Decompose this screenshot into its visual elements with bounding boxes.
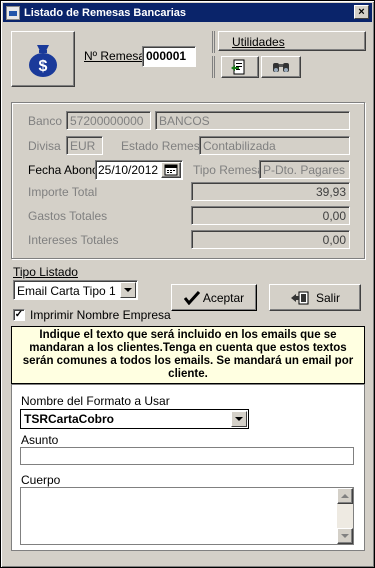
asunto-label: Asunto — [21, 433, 59, 447]
utilidades-label[interactable]: Utilidades — [232, 35, 285, 49]
salir-label: Salir — [315, 290, 340, 305]
main-window: Listado de Remesas Bancarias × $ Nº Reme… — [0, 0, 375, 568]
report-button[interactable] — [221, 56, 259, 78]
cuerpo-label: Cuerpo — [21, 473, 61, 487]
logo-panel: $ — [11, 31, 75, 87]
binoculars-icon — [273, 63, 289, 72]
estado-field[interactable]: Contabilizada — [199, 136, 350, 155]
divisa-label: Divisa — [28, 139, 61, 153]
svg-text:$: $ — [39, 58, 48, 75]
calendar-button[interactable] — [161, 162, 181, 178]
money-bag-icon: $ — [29, 45, 57, 77]
calendar-icon — [164, 164, 178, 176]
formato-label: Nombre del Formato a Usar — [21, 394, 170, 408]
estado-label: Estado Remesa — [121, 139, 207, 153]
fecha-label: Fecha Abono — [28, 163, 99, 177]
fecha-field[interactable]: 25/10/2012 — [95, 160, 183, 180]
cuerpo-scrollbar[interactable] — [337, 488, 353, 544]
scroll-down-icon — [341, 534, 349, 538]
intereses-field[interactable]: 0,00 — [191, 230, 350, 249]
salir-button[interactable]: Salir — [269, 284, 361, 311]
divisa-field[interactable]: EUR — [66, 136, 103, 155]
aceptar-button[interactable]: Aceptar — [171, 284, 257, 311]
banco-name-field[interactable]: BANCOS — [155, 111, 350, 130]
scroll-down-button[interactable] — [337, 528, 353, 544]
chevron-down-icon[interactable] — [120, 282, 136, 298]
remesa-label: Nº Remesa — [84, 49, 146, 63]
utilidades-bar: Utilidades — [212, 31, 366, 53]
chevron-down-icon[interactable] — [231, 411, 247, 427]
report-icon — [231, 59, 245, 75]
tipo-remesa-label: Tipo Remesa — [193, 163, 264, 177]
importe-label: Importe Total — [28, 185, 98, 199]
tipo-listado-select[interactable]: Email Carta Tipo 1 — [13, 280, 138, 300]
remesa-input[interactable]: 000001 — [142, 46, 196, 67]
title-bar[interactable]: Listado de Remesas Bancarias × — [3, 3, 372, 22]
imprimir-checkbox[interactable]: ✓ — [13, 309, 25, 321]
asunto-input[interactable] — [20, 447, 354, 465]
aceptar-label: Aceptar — [202, 290, 245, 305]
imprimir-label[interactable]: Imprimir Nombre Empresa — [30, 308, 171, 322]
exit-door-icon — [290, 291, 309, 304]
gastos-label: Gastos Totales — [28, 209, 108, 223]
fecha-value: 25/10/2012 — [98, 163, 159, 177]
formato-value: TSRCartaCobro — [24, 412, 115, 426]
info-message: Indique el texto que será incluido en lo… — [11, 326, 365, 384]
scroll-up-icon — [341, 494, 349, 498]
check-icon — [183, 290, 200, 305]
formato-select[interactable]: TSRCartaCobro — [20, 409, 249, 429]
banco-code-field[interactable]: 57200000000 — [66, 111, 151, 130]
scroll-up-button[interactable] — [337, 488, 353, 504]
gastos-field[interactable]: 0,00 — [191, 206, 350, 225]
cuerpo-textarea[interactable] — [20, 487, 354, 545]
importe-field[interactable]: 39,93 — [191, 182, 350, 201]
window-title: Listado de Remesas Bancarias — [24, 6, 187, 19]
close-button[interactable]: × — [354, 5, 369, 19]
utilidades-toolbar — [212, 56, 301, 78]
tipo-listado-label: Tipo Listado — [13, 265, 78, 279]
tipo-remesa-field[interactable]: P-Dto. Pagares — [259, 160, 350, 179]
app-icon — [6, 5, 20, 20]
banco-label: Banco — [28, 114, 63, 128]
search-button[interactable] — [261, 56, 301, 78]
tipo-listado-value: Email Carta Tipo 1 — [17, 284, 116, 298]
intereses-label: Intereses Totales — [28, 233, 119, 247]
